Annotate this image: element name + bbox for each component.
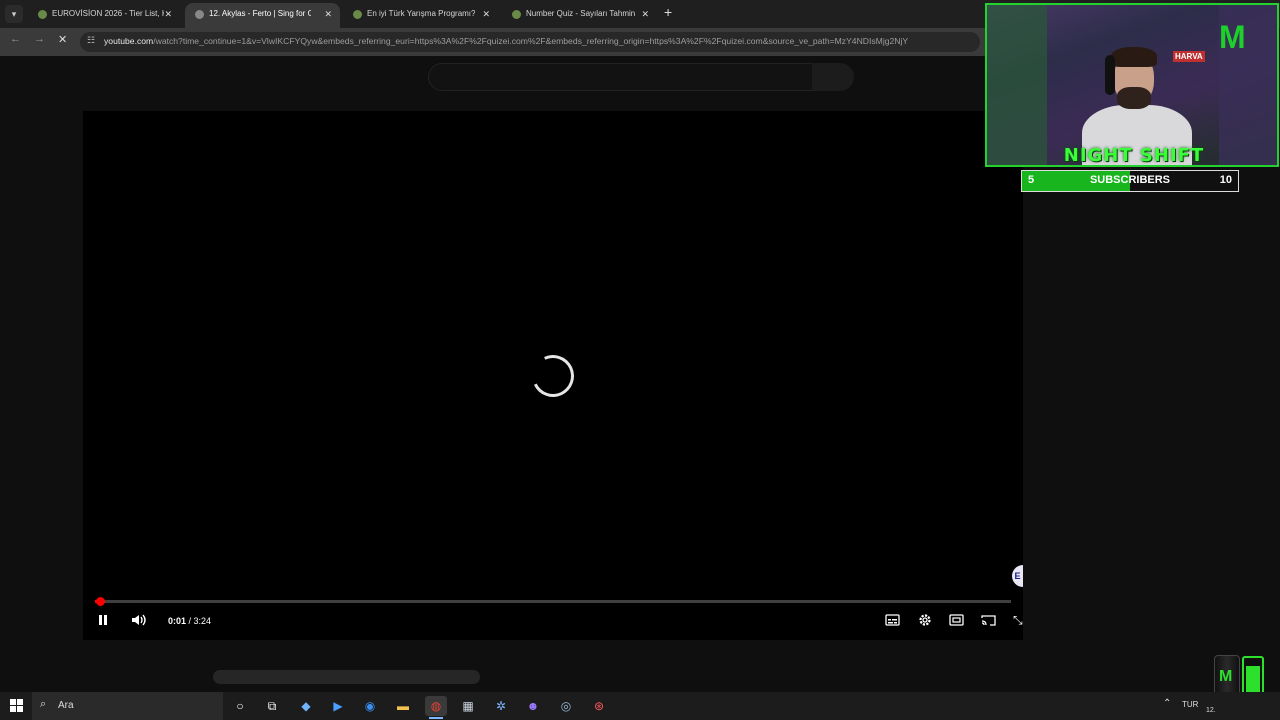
subscriber-goal-label: SUBSCRIBERS bbox=[1089, 174, 1171, 186]
current-time: 0:01 bbox=[168, 616, 187, 626]
tab-number-quiz[interactable]: Number Quiz - Sayıları Tahmin E ✕ bbox=[502, 3, 657, 28]
tab-title: En iyi Türk Yarışma Programı? - bbox=[367, 9, 475, 18]
steam-icon[interactable]: ◎ bbox=[555, 696, 577, 716]
site-favicon-icon bbox=[353, 10, 362, 19]
stop-loading-icon[interactable]: ✕ bbox=[58, 33, 67, 46]
streamer-beard bbox=[1117, 87, 1151, 109]
close-icon[interactable]: ✕ bbox=[164, 3, 172, 25]
site-info-icon[interactable]: ☷ bbox=[87, 35, 95, 46]
taskbar-search-placeholder: Ara bbox=[58, 700, 74, 711]
back-arrow-icon[interactable]: ← bbox=[10, 33, 21, 45]
obs-icon[interactable]: ⊛ bbox=[588, 696, 610, 716]
tab-title: 12. Akylas - Ferto | Sing for Gre bbox=[209, 9, 311, 18]
video-player[interactable]: 0:01 / 3:24 ⤡ E bbox=[83, 111, 1023, 640]
time-display: 0:01 / 3:24 bbox=[168, 616, 212, 626]
cast-icon[interactable] bbox=[981, 614, 996, 629]
page-placeholder-bar bbox=[213, 670, 480, 684]
site-favicon-icon bbox=[38, 10, 47, 19]
close-icon[interactable]: ✕ bbox=[641, 3, 649, 25]
copilot-icon[interactable]: ◆ bbox=[295, 696, 317, 716]
progress-bar[interactable] bbox=[95, 597, 1011, 606]
tab-youtube-active[interactable]: 12. Akylas - Ferto | Sing for Gre ✕ bbox=[185, 3, 340, 28]
cortana-icon[interactable]: ○ bbox=[229, 696, 251, 716]
volume-icon[interactable] bbox=[131, 613, 147, 630]
taskbar-search-box[interactable]: ⌕ Ara bbox=[32, 692, 223, 720]
loading-favicon-icon bbox=[195, 10, 204, 19]
headset-icon bbox=[1105, 55, 1115, 95]
close-icon[interactable]: ✕ bbox=[324, 3, 332, 25]
clock-text[interactable]: 12. bbox=[1206, 707, 1216, 714]
end-screen-badge[interactable]: E bbox=[1012, 565, 1023, 587]
tab-title: EUROVİSİON 2026 - Tier List, Ke bbox=[52, 9, 164, 18]
figure-shelf bbox=[987, 5, 1047, 165]
subscriber-goal-target: 10 bbox=[1219, 174, 1232, 186]
language-indicator[interactable]: TUR bbox=[1182, 700, 1198, 709]
chevron-down-icon[interactable]: ▾ bbox=[5, 5, 23, 23]
channel-logo: NIGHT SHIFT bbox=[1063, 145, 1205, 166]
tray-expand-icon[interactable]: ⌃ bbox=[1163, 698, 1171, 709]
settings-gear-icon[interactable] bbox=[918, 613, 932, 630]
tab-turk-yarisma[interactable]: En iyi Türk Yarışma Programı? - ✕ bbox=[343, 3, 498, 28]
neon-sign: HARVA bbox=[1173, 51, 1205, 62]
store-icon[interactable]: ▦ bbox=[457, 696, 479, 716]
close-icon[interactable]: ✕ bbox=[482, 3, 490, 25]
theater-mode-icon[interactable] bbox=[949, 614, 964, 629]
duration: 3:24 bbox=[193, 616, 212, 626]
subscriber-goal-bar: SUBSCRIBERS 5 10 bbox=[1021, 170, 1239, 192]
new-tab-button[interactable]: + bbox=[664, 4, 672, 20]
tab-title: Number Quiz - Sayıları Tahmin E bbox=[526, 9, 636, 18]
chrome-icon[interactable]: ◍ bbox=[425, 696, 447, 719]
browser-toolbar: ← → ✕ ☷ youtube.com/watch?time_continue=… bbox=[0, 28, 985, 56]
youtube-search-button[interactable] bbox=[812, 63, 854, 91]
file-explorer-icon[interactable]: ▬ bbox=[392, 696, 414, 716]
forward-arrow-icon[interactable]: → bbox=[34, 33, 45, 45]
windows-start-icon[interactable] bbox=[10, 699, 23, 712]
search-icon: ⌕ bbox=[40, 698, 47, 710]
task-view-icon[interactable]: ⧉ bbox=[261, 696, 283, 716]
settings-app-icon[interactable]: ✲ bbox=[490, 696, 512, 716]
loading-spinner-icon bbox=[526, 349, 580, 403]
url-text[interactable]: youtube.com/watch?time_continue=1&v=VlwI… bbox=[104, 36, 974, 46]
progress-scrubber[interactable] bbox=[95, 597, 105, 606]
subscriber-goal-start: 5 bbox=[1028, 174, 1035, 186]
subtitles-icon[interactable] bbox=[885, 614, 900, 629]
edge-icon[interactable]: ◉ bbox=[359, 696, 381, 716]
fullscreen-icon[interactable]: ⤡ bbox=[1013, 613, 1023, 628]
media-player-icon[interactable]: ▶ bbox=[327, 696, 349, 716]
site-favicon-icon bbox=[512, 10, 521, 19]
monster-logo-icon: M bbox=[1219, 19, 1246, 55]
taskbar: ⌕ Ara ○ ⧉ ◆ ▶ ◉ ▬ ◍ ▦ ✲ ☻ ◎ ⊛ ⌃ TUR 12. bbox=[0, 692, 1280, 720]
address-bar[interactable]: ☷ youtube.com/watch?time_continue=1&v=Vl… bbox=[80, 32, 980, 52]
streamer-hair bbox=[1111, 47, 1157, 67]
tab-eurovision[interactable]: EUROVİSİON 2026 - Tier List, Ke ✕ bbox=[28, 3, 180, 28]
discord-icon[interactable]: ☻ bbox=[522, 696, 544, 716]
youtube-search-input[interactable] bbox=[428, 63, 814, 91]
pause-icon[interactable] bbox=[97, 614, 109, 629]
webcam-overlay: HARVA M NIGHT SHIFT bbox=[985, 3, 1279, 167]
